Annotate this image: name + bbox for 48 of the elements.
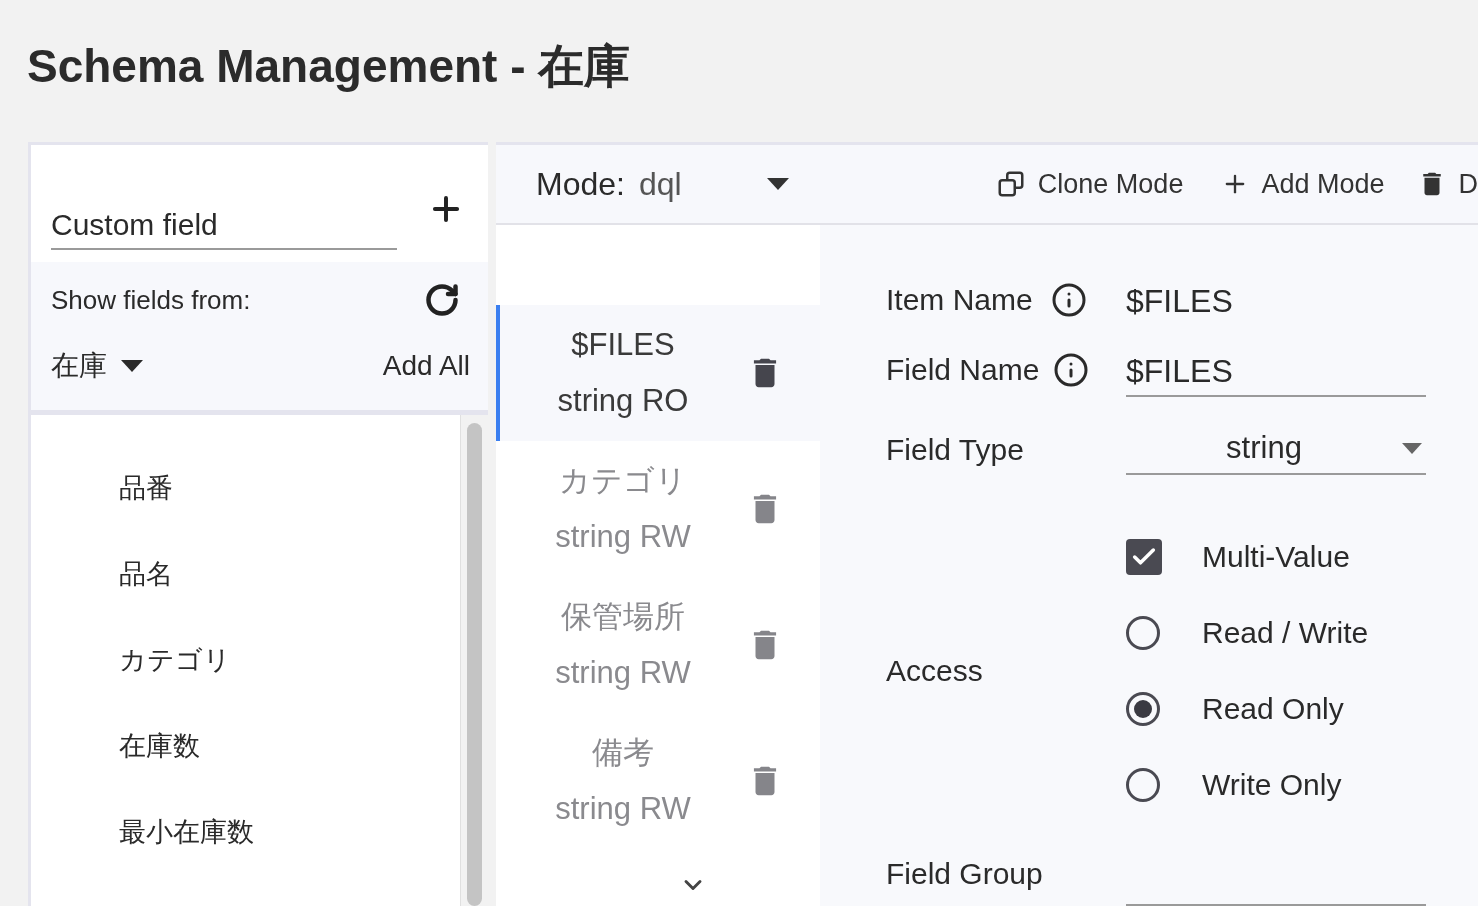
refresh-icon [424, 282, 460, 318]
field-type: string RW [555, 790, 691, 828]
add-all-button[interactable]: Add All [382, 345, 470, 387]
field-list-item[interactable]: $FILES string RO [496, 305, 820, 441]
field-type-select[interactable]: string [1126, 424, 1426, 475]
option-label: Multi-Value [1202, 539, 1350, 576]
field-group-label: Field Group [886, 856, 1044, 892]
toolbar-button[interactable]: Add Mode [1221, 163, 1385, 205]
radio-button[interactable] [1126, 767, 1160, 802]
field-item[interactable]: 品番 [119, 471, 460, 557]
option-label: Read / Write [1202, 615, 1369, 652]
source-dropdown[interactable]: 在庫 [51, 345, 143, 387]
field-type-label: Field Type [886, 431, 1025, 468]
field-name: $FILES [571, 326, 675, 364]
info-icon[interactable] [1050, 281, 1087, 318]
toolbar-button[interactable]: Clone Mode [995, 163, 1184, 205]
show-fields-label: Show fields from: [51, 283, 251, 317]
field-item[interactable]: 在庫数 [119, 729, 460, 815]
field-name: 保管場所 [561, 598, 685, 636]
field-item[interactable]: カテゴリ [119, 643, 460, 729]
caret-icon [766, 178, 789, 190]
scrollbar[interactable] [467, 423, 482, 906]
field-name-input[interactable]: $FILES [1126, 347, 1426, 398]
access-label: Access [886, 653, 984, 690]
field-item[interactable]: 最小在庫数 [119, 815, 460, 901]
radio-button[interactable] [1126, 615, 1160, 650]
radio-button[interactable] [1126, 691, 1160, 726]
mode-label: Mode: [536, 165, 625, 204]
option-label: Write Only [1202, 767, 1342, 804]
toolbar-button[interactable]: D [1416, 163, 1478, 205]
field-name-label: Field Name [886, 352, 1040, 389]
caret-icon [121, 360, 143, 372]
item-name-label: Item Name [886, 282, 1033, 318]
item-name-value: $FILES [1126, 282, 1233, 321]
field-type: string RO [557, 382, 689, 420]
mode-dropdown[interactable]: dql [638, 160, 789, 208]
checkbox[interactable] [1126, 538, 1162, 575]
option-label: Read Only [1202, 691, 1344, 728]
refresh-button[interactable] [424, 282, 460, 318]
field-name: カテゴリ [559, 462, 687, 500]
field-name: 備考 [592, 734, 654, 772]
field-item[interactable]: 品名 [119, 557, 460, 643]
caret-icon [1402, 443, 1422, 455]
info-icon[interactable] [1053, 351, 1090, 388]
field-type: string RW [555, 518, 691, 556]
custom-field-input[interactable]: Custom field [51, 202, 397, 250]
field-type: string RW [555, 654, 691, 692]
page-title: Schema Management - 在庫 [26, 39, 632, 94]
